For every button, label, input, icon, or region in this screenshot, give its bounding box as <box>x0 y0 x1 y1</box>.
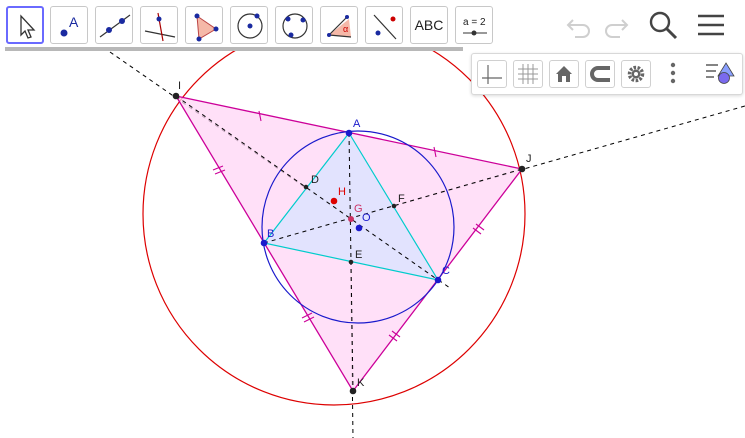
cursor-arrow-icon <box>20 14 36 39</box>
point-tool-button[interactable]: A <box>50 6 88 44</box>
toggle-axes-button[interactable] <box>477 60 507 88</box>
gear-icon <box>627 65 645 83</box>
label-C: C <box>442 265 450 277</box>
main-toolbar: A α ABC a = 2 <box>0 0 745 50</box>
point-J[interactable] <box>518 165 526 173</box>
more-vertical-icon[interactable] <box>660 60 688 88</box>
label-H: H <box>338 186 346 198</box>
point-C[interactable] <box>434 276 442 284</box>
circle-three-points-icon <box>282 13 308 39</box>
svg-text:A: A <box>69 14 79 30</box>
point-H[interactable] <box>330 197 338 205</box>
polygon-tool-button[interactable] <box>185 6 223 44</box>
polygon-icon <box>194 13 219 42</box>
circle-center-icon <box>237 13 263 39</box>
point-A[interactable] <box>345 129 353 137</box>
move-tool-button[interactable] <box>6 6 44 44</box>
line-tool-button[interactable] <box>95 6 133 44</box>
circle-center-point-tool-button[interactable] <box>230 6 268 44</box>
toggle-grid-button[interactable] <box>513 60 543 88</box>
label-O: O <box>362 212 371 224</box>
point-D[interactable] <box>303 184 309 190</box>
label-A: A <box>353 118 361 130</box>
svg-text:a = 2: a = 2 <box>463 17 486 28</box>
reflect-about-line-icon <box>373 14 397 40</box>
reflect-tool-button[interactable] <box>365 6 403 44</box>
point-capturing-button[interactable] <box>585 60 615 88</box>
point-F[interactable] <box>391 203 397 209</box>
slider-tool-button[interactable]: a = 2 <box>455 6 493 44</box>
home-icon <box>556 66 572 82</box>
label-F: F <box>398 193 405 205</box>
point-G[interactable] <box>348 216 354 222</box>
point-I[interactable] <box>172 92 180 100</box>
label-B: B <box>267 228 274 240</box>
undo-icon[interactable] <box>563 9 595 41</box>
text-icon: ABC <box>414 17 444 33</box>
label-D: D <box>311 174 319 186</box>
redo-icon[interactable] <box>600 9 632 41</box>
point-B[interactable] <box>260 239 268 247</box>
point-K[interactable] <box>349 387 357 395</box>
perpendicular-line-icon <box>144 12 176 42</box>
label-K: K <box>357 377 365 389</box>
label-J: J <box>526 153 532 165</box>
axes-icon <box>482 65 502 84</box>
slider-icon: a = 2 <box>463 17 487 36</box>
point-icon: A <box>60 14 79 37</box>
settings-button[interactable] <box>621 60 651 88</box>
label-I: I <box>178 80 181 92</box>
point-O[interactable] <box>355 224 363 232</box>
angle-tool-button[interactable]: α <box>320 6 358 44</box>
search-icon[interactable] <box>647 9 679 41</box>
graphics-style-bar <box>471 53 743 95</box>
angle-icon: α <box>327 15 352 38</box>
label-E: E <box>355 249 362 261</box>
point-capturing-icon <box>590 66 610 82</box>
standard-view-button[interactable] <box>549 60 579 88</box>
svg-text:α: α <box>343 24 348 34</box>
text-tool-button[interactable]: ABC <box>410 6 448 44</box>
perpendicular-line-tool-button[interactable] <box>140 6 178 44</box>
grid-icon <box>518 64 538 84</box>
toolbar-divider <box>5 47 463 51</box>
line-through-points-icon <box>99 14 131 38</box>
graphics-style-icon[interactable] <box>704 60 738 88</box>
circle-three-points-tool-button[interactable] <box>275 6 313 44</box>
menu-icon[interactable] <box>695 9 727 41</box>
point-E[interactable] <box>348 259 354 265</box>
